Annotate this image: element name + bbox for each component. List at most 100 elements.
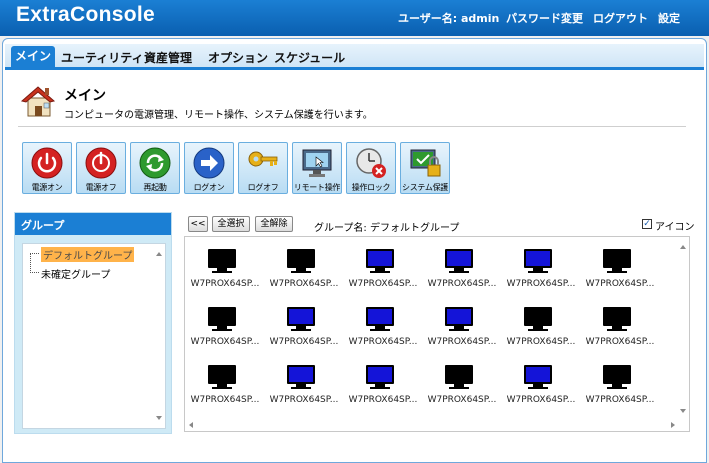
lock-clock-icon [356, 148, 386, 178]
system-protect-button[interactable]: システム保護 [400, 142, 450, 194]
monitor-base [291, 271, 311, 273]
page-description: コンピュータの電源管理、リモート操作、システム保護を行います。 [64, 110, 373, 121]
scroll-left-icon[interactable] [189, 422, 193, 428]
logout-link[interactable]: ログアウト [593, 10, 648, 26]
computer-name: W7PROX64SP... [348, 395, 418, 405]
scroll-up-icon[interactable] [156, 252, 162, 256]
computer-item[interactable]: W7PROX64SP... [501, 361, 581, 413]
tab-options[interactable]: オプション [208, 49, 268, 66]
computer-name: W7PROX64SP... [348, 279, 418, 289]
power-on-icon [31, 147, 63, 179]
monitor-icon [603, 249, 631, 268]
computer-item[interactable]: W7PROX64SP... [422, 361, 502, 413]
logoff-button[interactable]: ログオフ [238, 142, 288, 194]
icon-view-checkbox[interactable]: ✓ [642, 219, 652, 229]
monitor-icon [524, 365, 552, 384]
tree-connector [30, 253, 39, 254]
select-all-button[interactable]: 全選択 [212, 216, 250, 232]
computer-item[interactable]: W7PROX64SP... [264, 245, 344, 297]
settings-link[interactable]: 設定 [658, 10, 680, 26]
tab-main[interactable]: メイン [11, 46, 55, 68]
monitor-base [370, 329, 390, 331]
tree-connector [30, 253, 38, 273]
tab-schedule[interactable]: スケジュール [274, 49, 345, 66]
monitor-base [370, 387, 390, 389]
computer-name: W7PROX64SP... [269, 395, 339, 405]
monitor-icon [366, 249, 394, 268]
grid-horizontal-scrollbar[interactable] [185, 419, 679, 431]
computer-item[interactable]: W7PROX64SP... [422, 303, 502, 355]
computer-item[interactable]: W7PROX64SP... [185, 245, 265, 297]
scroll-down-icon[interactable] [680, 409, 686, 413]
computer-name: W7PROX64SP... [427, 279, 497, 289]
monitor-icon [366, 307, 394, 326]
password-change-link[interactable]: パスワード変更 [506, 10, 583, 26]
monitor-base [212, 271, 232, 273]
monitor-icon [287, 365, 315, 384]
system-protect-icon [410, 149, 441, 177]
deselect-all-button[interactable]: 全解除 [255, 216, 293, 232]
monitor-icon [287, 307, 315, 326]
monitor-base [528, 329, 548, 331]
monitor-base [449, 271, 469, 273]
restart-button[interactable]: 再起動 [130, 142, 180, 194]
tab-asset-management[interactable]: 資産管理 [144, 49, 192, 66]
remote-control-icon [302, 149, 332, 177]
tree-item-default-group[interactable]: デフォルトグループ [41, 247, 135, 262]
computer-item[interactable]: W7PROX64SP... [343, 303, 423, 355]
monitor-icon [208, 307, 236, 326]
computer-item[interactable]: W7PROX64SP... [343, 245, 423, 297]
computer-name: W7PROX64SP... [506, 337, 576, 347]
scroll-down-icon[interactable] [156, 416, 162, 420]
computer-item[interactable]: W7PROX64SP... [580, 303, 660, 355]
computer-name: W7PROX64SP... [427, 395, 497, 405]
app-logo: ExtraConsole [16, 3, 155, 26]
monitor-base [212, 387, 232, 389]
computer-item[interactable]: W7PROX64SP... [264, 361, 344, 413]
tab-bar: メイン ユーティリティ 資産管理 オプション スケジュール [5, 44, 704, 70]
back-button[interactable]: << [188, 216, 208, 232]
computer-item[interactable]: W7PROX64SP... [501, 303, 581, 355]
computer-name: W7PROX64SP... [427, 337, 497, 347]
monitor-icon [524, 249, 552, 268]
monitor-icon [445, 249, 473, 268]
group-tree-scrollbar[interactable] [153, 244, 165, 428]
computer-item[interactable]: W7PROX64SP... [580, 361, 660, 413]
monitor-icon [445, 365, 473, 384]
computer-item[interactable]: W7PROX64SP... [501, 245, 581, 297]
scroll-up-icon[interactable] [680, 245, 686, 249]
computer-item[interactable]: W7PROX64SP... [422, 245, 502, 297]
monitor-base [607, 329, 627, 331]
app-header: ExtraConsole ユーザー名: admin パスワード変更 ログアウト … [0, 0, 709, 36]
monitor-icon [208, 365, 236, 384]
computer-item[interactable]: W7PROX64SP... [580, 245, 660, 297]
computer-item[interactable]: W7PROX64SP... [264, 303, 344, 355]
computer-name: W7PROX64SP... [269, 337, 339, 347]
tab-utility[interactable]: ユーティリティ [61, 49, 144, 66]
monitor-icon [366, 365, 394, 384]
computer-item[interactable]: W7PROX64SP... [343, 361, 423, 413]
restart-icon [139, 147, 171, 179]
tree-item-unconfirmed-group[interactable]: 未確定グループ [41, 266, 110, 281]
monitor-base [607, 387, 627, 389]
tree-connector [30, 272, 39, 273]
user-name-label: ユーザー名: admin [398, 12, 500, 25]
monitor-base [528, 387, 548, 389]
icon-view-label: アイコン [655, 222, 695, 233]
computer-item[interactable]: W7PROX64SP... [185, 303, 265, 355]
computer-name: W7PROX64SP... [190, 279, 260, 289]
grid-vertical-scrollbar[interactable] [677, 237, 689, 421]
power-off-button[interactable]: 電源オフ [76, 142, 126, 194]
scroll-right-icon[interactable] [671, 422, 675, 428]
remote-control-button[interactable]: リモート操作 [292, 142, 342, 194]
monitor-base [449, 329, 469, 331]
operation-lock-label: 操作ロック [351, 183, 391, 192]
power-on-button[interactable]: 電源オン [22, 142, 72, 194]
computer-name: W7PROX64SP... [506, 395, 576, 405]
operation-lock-button[interactable]: 操作ロック [346, 142, 396, 194]
computer-item[interactable]: W7PROX64SP... [185, 361, 265, 413]
logon-button[interactable]: ログオン [184, 142, 234, 194]
remote-control-label: リモート操作 [293, 183, 341, 192]
group-tree[interactable]: デフォルトグループ 未確定グループ [22, 243, 166, 429]
power-off-icon [85, 147, 117, 179]
